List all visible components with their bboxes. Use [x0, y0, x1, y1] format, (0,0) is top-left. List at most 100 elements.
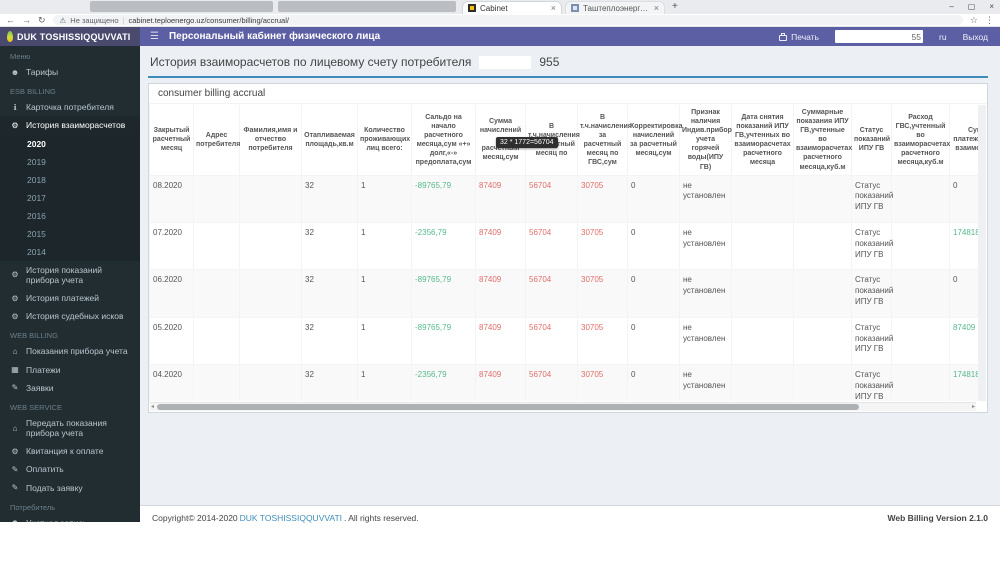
sidebar-item[interactable]: ✎Заявки [0, 379, 140, 397]
table-cell [794, 317, 852, 364]
browser-menu-icon[interactable]: ⋮ [985, 16, 994, 25]
table-cell: 30705 [578, 223, 628, 270]
forward-icon[interactable]: → [22, 16, 31, 25]
table-cell: 0 [628, 365, 680, 401]
scroll-right-icon[interactable]: ▸ [972, 403, 975, 412]
url-separator: | [123, 16, 125, 25]
sidebar-item-label: История судебных исков [26, 311, 123, 321]
table-cell [240, 270, 302, 317]
sidebar-year-2020[interactable]: 2020 [0, 135, 140, 153]
table-cell: 30705 [578, 175, 628, 222]
table-cell: Статус показаний ИПУ ГВ [852, 175, 892, 222]
sidebar-item[interactable]: ⚙История платежей [0, 289, 140, 307]
scroll-left-icon[interactable]: ◂ [151, 403, 154, 412]
close-tab-icon[interactable]: × [654, 3, 659, 13]
sidebar-year-2019[interactable]: 2019 [0, 153, 140, 171]
language-selector[interactable]: ru [939, 32, 947, 42]
not-secure-warning-icon[interactable]: ⚠ [60, 16, 67, 25]
logout-button[interactable]: Выход [963, 32, 988, 42]
scrollbar-thumb[interactable] [157, 404, 859, 410]
sidebar-item[interactable]: ▦Платежи [0, 361, 140, 379]
sidebar-item[interactable]: ⌂ Передать показания прибора учета [0, 414, 140, 442]
refresh-icon[interactable]: ↻ [38, 16, 46, 25]
cabinet-favicon-icon [468, 4, 476, 12]
sidebar-item-label: Передать показания прибора учета [26, 418, 132, 438]
sidebar-item[interactable]: ☻Тарифы [0, 63, 140, 81]
brand-block[interactable]: DUK TOSHISSIQQUVVATI [0, 27, 140, 46]
brand-logo [7, 31, 13, 42]
table-cell: 87409 [950, 317, 979, 364]
home-icon: ⌂ [10, 424, 20, 433]
table-cell: 1 [358, 175, 412, 222]
tab-title: Таштеплоэнерго - Страница Т [583, 4, 650, 13]
sidebar-item[interactable]: ⚙История взаиморасчетов [0, 116, 140, 134]
table-cell: 06.2020 [150, 270, 194, 317]
security-label: Не защищено [70, 16, 118, 25]
sidebar-section-label: Меню [0, 46, 140, 63]
sidebar-item[interactable]: ✎Оплатить [0, 460, 140, 478]
vertical-scroll-track[interactable] [978, 105, 986, 401]
wrench-icon: ⚙ [10, 294, 20, 303]
sidebar-item[interactable]: ⚙История судебных исков [0, 307, 140, 325]
table-cell [794, 365, 852, 401]
close-tab-icon[interactable]: × [551, 3, 556, 13]
version-label: Web Billing Version 2.1.0 [888, 513, 988, 523]
table-cell [240, 317, 302, 364]
sidebar-year-2017[interactable]: 2017 [0, 189, 140, 207]
page-header-title: Персональный кабинет физического лица [169, 31, 380, 42]
hamburger-icon[interactable]: ☰ [150, 31, 159, 42]
print-button[interactable]: Печать [779, 32, 819, 42]
sidebar-item[interactable]: ⚙Квитанция к оплате [0, 442, 140, 460]
url-field[interactable]: ⚠ Не защищено | cabinet.teploenergo.uz/c… [53, 15, 963, 25]
sidebar-item[interactable]: ⌂Показания прибора учета [0, 342, 140, 360]
table-cell: 30705 [578, 270, 628, 317]
title-divider [148, 76, 988, 78]
sidebar: Меню☻ТарифыESB BILLINGℹКарточка потребит… [0, 46, 140, 522]
bookmark-star-icon[interactable]: ☆ [970, 16, 978, 25]
table-cell: 0 [628, 175, 680, 222]
table-cell: 174818 [950, 223, 979, 270]
edit-icon: ✎ [10, 383, 20, 392]
horizontal-scrollbar[interactable]: ◂ ▸ [150, 402, 976, 411]
column-header: Статус показаний ИПУ ГВ [852, 105, 892, 175]
table-cell: 0 [628, 270, 680, 317]
table-cell: не установлен [680, 317, 732, 364]
table-cell: 87409 [476, 270, 526, 317]
page-title-text: История взаиморасчетов по лицевому счету… [150, 55, 471, 69]
table-scroll-area: Закрытый расчетный месяцАдрес потребител… [149, 105, 978, 401]
tab-teploenergo[interactable]: Таштеплоэнерго - Страница Т × [565, 1, 665, 14]
maximize-button[interactable]: ▢ [968, 2, 976, 11]
edit-icon: ✎ [10, 483, 20, 492]
table-cell [194, 317, 240, 364]
sidebar-item-label: История показаний прибора учета [26, 265, 132, 285]
sidebar-year-2015[interactable]: 2015 [0, 225, 140, 243]
rights-text: . All rights reserved. [344, 513, 419, 523]
minimize-button[interactable]: – [949, 2, 953, 11]
sidebar-item[interactable]: ☻Учетная запись [0, 514, 140, 522]
new-tab-button[interactable]: + [672, 1, 678, 12]
table-cell: 07.2020 [150, 223, 194, 270]
sidebar-item-label: Показания прибора учета [26, 346, 128, 356]
url-text: cabinet.teploenergo.uz/consumer/billing/… [128, 16, 289, 25]
grid-icon: ▦ [10, 365, 20, 374]
table-cell: -89765,79 [412, 175, 476, 222]
sidebar-year-2014[interactable]: 2014 [0, 243, 140, 261]
company-link[interactable]: DUK TOSHISSIQQUVVATI [240, 513, 342, 523]
table-cell: 32 [302, 270, 358, 317]
table-cell: 56704 [526, 270, 578, 317]
sidebar-year-2018[interactable]: 2018 [0, 171, 140, 189]
sidebar-item-label: История взаиморасчетов [26, 120, 125, 130]
column-header: Суммарные показания ИПУ ГВ,учтенные во в… [794, 105, 852, 175]
sidebar-item[interactable]: ⚙История показаний прибора учета [0, 261, 140, 289]
brand-name: DUK TOSHISSIQQUVVATI [17, 32, 131, 42]
close-window-button[interactable]: × [989, 2, 994, 11]
sidebar-item[interactable]: ✎Подать заявку [0, 479, 140, 497]
browser-address-bar: ← → ↻ ⚠ Не защищено | cabinet.teploenerg… [0, 14, 1000, 27]
back-icon[interactable]: ← [6, 16, 15, 25]
tab-cabinet[interactable]: Cabinet × [462, 1, 562, 14]
table-cell [892, 317, 950, 364]
table-cell: 1 [358, 270, 412, 317]
sidebar-item[interactable]: ℹКарточка потребителя [0, 98, 140, 116]
account-visible-digits: 955 [539, 55, 559, 69]
sidebar-year-2016[interactable]: 2016 [0, 207, 140, 225]
